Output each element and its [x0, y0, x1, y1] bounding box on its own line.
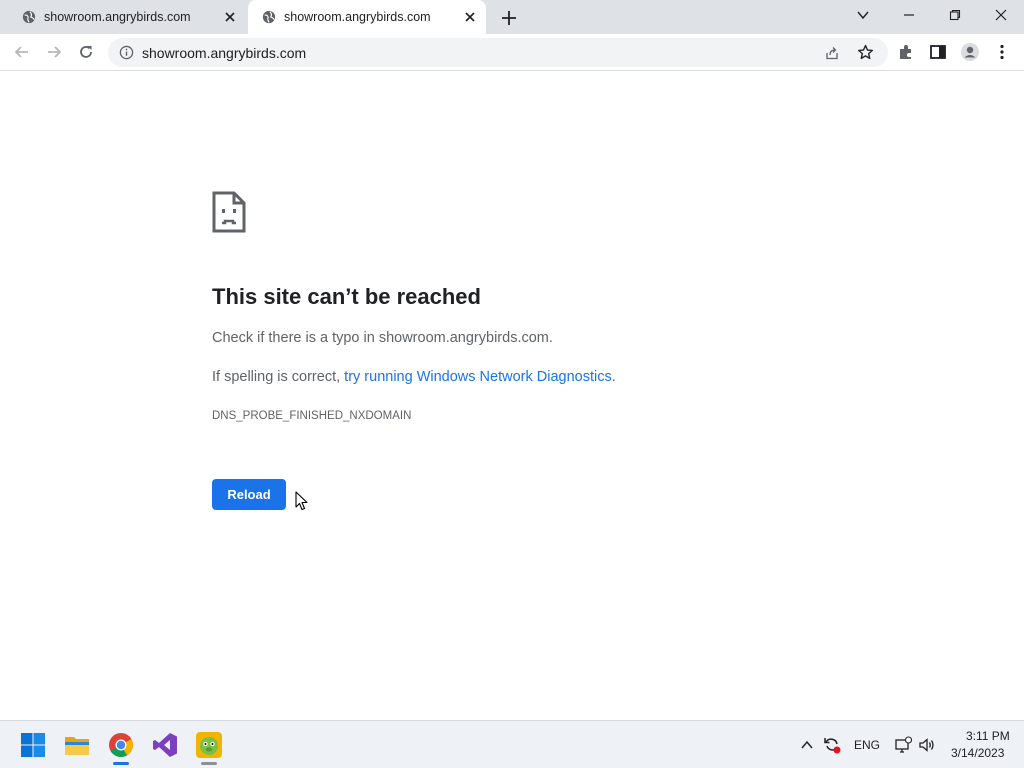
profile-avatar-icon[interactable] [960, 42, 980, 62]
globe-icon [22, 10, 36, 24]
tab-1[interactable]: showroom.angrybirds.com [8, 0, 246, 34]
address-bar[interactable]: showroom.angrybirds.com [108, 38, 888, 67]
angry-birds-icon[interactable] [195, 731, 223, 759]
input-language[interactable]: ENG [854, 738, 880, 752]
error-diagnostics-hint: If spelling is correct, try running Wind… [212, 369, 616, 385]
close-window-button[interactable] [978, 0, 1024, 30]
tab-search-button[interactable] [840, 0, 886, 30]
sad-page-icon [212, 191, 246, 233]
extensions-icon[interactable] [896, 42, 916, 62]
chevron-down-icon [857, 11, 869, 20]
tab-2[interactable]: showroom.angrybirds.com [248, 0, 486, 34]
tab-title: showroom.angrybirds.com [284, 10, 431, 24]
clock-time[interactable]: 3:11 PM [966, 729, 1010, 743]
forward-icon[interactable] [44, 42, 64, 62]
side-panel-icon[interactable] [928, 42, 948, 62]
windows-start-icon[interactable] [19, 731, 47, 759]
sync-alert-icon[interactable] [822, 735, 842, 755]
taskbar: ENG 3:11 PM 3/14/2023 [0, 720, 1024, 768]
restore-button[interactable] [932, 0, 978, 30]
mouse-cursor-icon [295, 491, 308, 511]
restore-icon [949, 9, 961, 21]
minimize-icon [904, 14, 914, 16]
angry-birds-running-indicator [201, 762, 217, 765]
chrome-icon[interactable] [107, 731, 135, 759]
clock-date[interactable]: 3/14/2023 [951, 746, 1004, 760]
reload-icon[interactable] [76, 42, 96, 62]
tab-strip: showroom.angrybirds.com showroom.angrybi… [0, 0, 1024, 34]
bookmark-star-icon[interactable] [857, 44, 874, 61]
network-icon[interactable] [894, 736, 912, 754]
page-content: This site can’t be reached Check if ther… [0, 71, 1024, 720]
volume-icon[interactable] [918, 736, 936, 754]
visual-studio-icon[interactable] [151, 731, 179, 759]
close-icon [995, 9, 1007, 21]
error-typo-hint: Check if there is a typo in showroom.ang… [212, 330, 553, 346]
browser-toolbar: showroom.angrybirds.com [0, 34, 1024, 71]
error-heading: This site can’t be reached [212, 284, 481, 309]
share-icon[interactable] [824, 45, 840, 61]
new-tab-icon[interactable] [500, 9, 518, 27]
network-diagnostics-link[interactable]: try running Windows Network Diagnostics [344, 369, 612, 385]
globe-icon [262, 10, 276, 24]
url-text: showroom.angrybirds.com [142, 45, 307, 61]
back-icon[interactable] [12, 42, 32, 62]
error-code: DNS_PROBE_FINISHED_NXDOMAIN [212, 410, 412, 422]
file-explorer-icon[interactable] [63, 731, 91, 759]
show-hidden-icons-chevron-icon[interactable] [800, 738, 814, 752]
diagnostics-prefix: If spelling is correct, [212, 369, 345, 385]
menu-dots-icon[interactable] [992, 42, 1012, 62]
chrome-active-indicator [113, 762, 129, 765]
reload-button[interactable]: Reload [212, 479, 286, 510]
close-tab-icon[interactable] [462, 9, 478, 25]
close-tab-icon[interactable] [222, 9, 238, 25]
tab-title: showroom.angrybirds.com [44, 10, 191, 24]
diagnostics-suffix: . [611, 369, 616, 385]
minimize-button[interactable] [886, 0, 932, 30]
info-icon[interactable] [119, 45, 134, 60]
